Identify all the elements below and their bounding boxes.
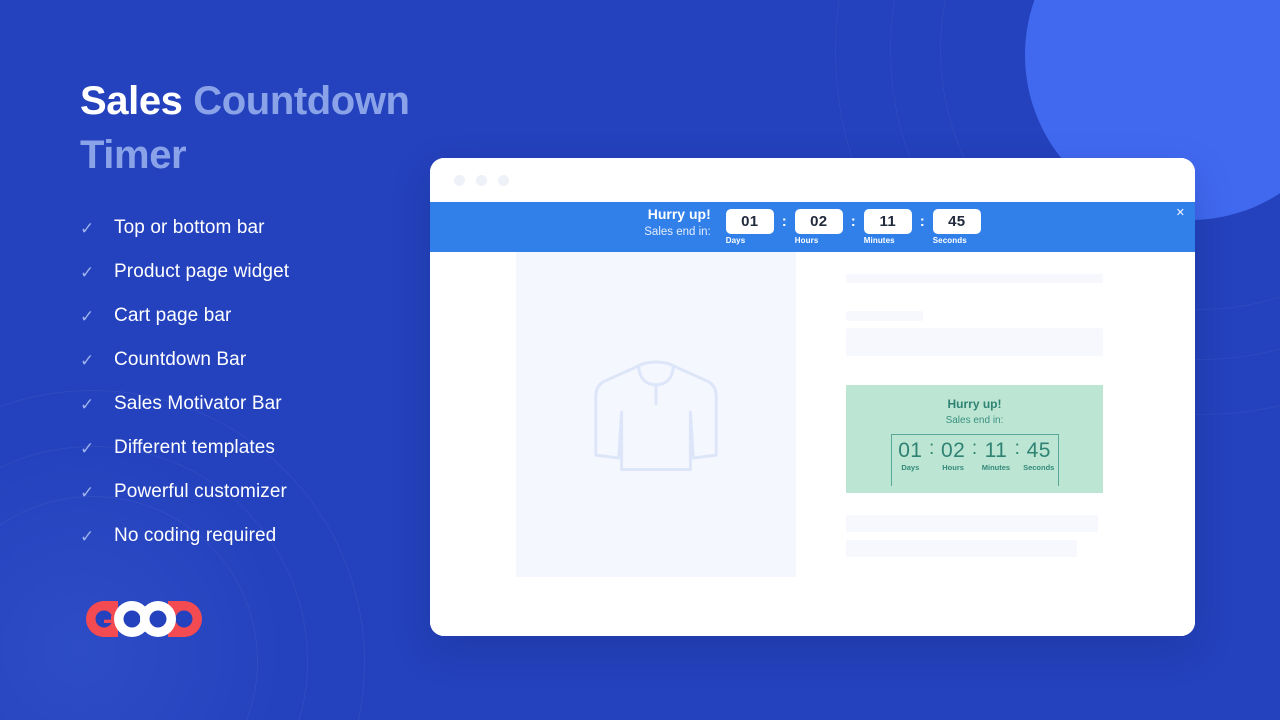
countdown-unit-value: 02 [794, 209, 843, 234]
page-title-strong: Sales [80, 79, 183, 123]
placeholder-detail-line-2 [846, 540, 1078, 557]
product-info: Hurry up! Sales end in: 01 Days : 02 Hou… [796, 252, 1195, 636]
countdown-unit-value: 11 [863, 209, 912, 234]
widget-subtext: Sales end in: [945, 414, 1004, 426]
widget-timer-frame: 01 Days : 02 Hours : 11 Minutes: 45 Sec… [890, 433, 1059, 486]
countdown-unit-hours: 02 Hours [794, 209, 843, 245]
widget-timer-digits: 01 Days : 02 Hours : 11 Minutes: 45 Sec… [892, 435, 1058, 472]
countdown-unit-label: Seconds [932, 236, 967, 245]
widget-unit-value: 01 [898, 438, 923, 462]
widget-unit-label: Hours [942, 462, 964, 472]
countdown-unit-label: Days [725, 236, 746, 245]
countdown-unit-days: 01 Days [725, 209, 774, 245]
countdown-product-widget: Hurry up! Sales end in: 01 Days : 02 Hou… [846, 385, 1103, 493]
placeholder-detail-line-1 [846, 515, 1098, 532]
feature-item-countdown-bar: ✓ Countdown Bar [80, 338, 480, 382]
placeholder-price-line [846, 311, 924, 321]
feature-label: No coding required [114, 525, 277, 546]
widget-separator: : [929, 437, 935, 459]
widget-unit-value: 02 [941, 438, 966, 462]
placeholder-title-line [846, 274, 1103, 283]
widget-unit-minutes: 11 Minutes [977, 439, 1015, 472]
countdown-bar-subtext: Sales end in: [644, 225, 711, 238]
widget-unit-seconds: 45 Seconds [1020, 439, 1058, 472]
countdown-unit-value: 01 [725, 209, 774, 234]
window-dot-minimize-icon[interactable] [476, 174, 487, 186]
feature-item-top-or-bottom-bar: ✓ Top or bottom bar [80, 206, 480, 250]
feature-item-no-coding-required: ✓ No coding required [80, 514, 480, 558]
product-page: Hurry up! Sales end in: 01 Days : 02 Hou… [430, 252, 1195, 636]
feature-item-sales-motivator-bar: ✓ Sales Motivator Bar [80, 382, 480, 426]
feature-item-product-page-widget: ✓ Product page widget [80, 250, 480, 294]
hero-column: Sales Countdown Timer ✓ Top or bottom ba… [80, 74, 480, 558]
browser-chrome [430, 158, 1195, 202]
feature-label: Countdown Bar [114, 349, 247, 370]
check-icon: ✓ [80, 482, 95, 502]
goood-logo [80, 597, 210, 641]
check-icon: ✓ [80, 350, 95, 370]
feature-label: Powerful customizer [114, 481, 287, 502]
check-icon: ✓ [80, 262, 95, 282]
feature-label: Cart page bar [114, 305, 232, 326]
feature-list: ✓ Top or bottom bar ✓ Product page widge… [80, 206, 480, 558]
feature-item-different-templates: ✓ Different templates [80, 426, 480, 470]
check-icon: ✓ [80, 526, 95, 546]
countdown-unit-label: Minutes [863, 236, 895, 245]
countdown-separator: : [781, 213, 787, 230]
feature-label: Top or bottom bar [114, 217, 265, 238]
product-image-placeholder [516, 252, 796, 577]
goood-logo-icon [86, 601, 202, 637]
countdown-unit-seconds: 45 Seconds [932, 209, 981, 245]
widget-separator: : [1014, 437, 1020, 459]
feature-label: Product page widget [114, 261, 290, 282]
countdown-top-bar: Hurry up! Sales end in: 01 Days : 02 Hou… [430, 202, 1195, 252]
widget-unit-days: 01 Days [892, 439, 930, 472]
widget-unit-label: Seconds [1023, 462, 1055, 472]
widget-unit-hours: 02 Hours [934, 439, 972, 472]
close-icon[interactable]: ✕ [1176, 208, 1185, 219]
countdown-unit-label: Hours [794, 236, 819, 245]
check-icon: ✓ [80, 306, 95, 326]
browser-mockup: Hurry up! Sales end in: 01 Days : 02 Hou… [430, 158, 1195, 636]
placeholder-description-block [846, 328, 1103, 356]
countdown-separator: : [850, 213, 856, 230]
page-title: Sales Countdown Timer [80, 74, 480, 182]
check-icon: ✓ [80, 394, 95, 414]
feature-label: Sales Motivator Bar [114, 393, 282, 414]
window-dot-maximize-icon[interactable] [498, 174, 509, 186]
window-dot-close-icon[interactable] [454, 174, 465, 186]
feature-item-cart-page-bar: ✓ Cart page bar [80, 294, 480, 338]
feature-label: Different templates [114, 437, 276, 458]
countdown-bar-headline: Hurry up! [647, 206, 711, 223]
widget-headline: Hurry up! [947, 397, 1002, 411]
countdown-unit-minutes: 11 Minutes [863, 209, 912, 245]
widget-unit-label: Minutes [981, 462, 1011, 472]
countdown-bar-text: Hurry up! Sales end in: [644, 206, 711, 248]
widget-unit-value: 45 [1026, 438, 1051, 462]
widget-unit-value: 11 [984, 438, 1008, 462]
widget-separator: : [971, 437, 978, 459]
check-icon: ✓ [80, 218, 95, 238]
countdown-unit-value: 45 [932, 209, 981, 234]
widget-unit-label: Days [901, 462, 920, 472]
countdown-separator: : [919, 213, 925, 230]
long-sleeve-shirt-icon [594, 359, 718, 471]
countdown-bar-units: 01 Days : 02 Hours : 11 Minutes : 45 Sec… [725, 209, 981, 245]
feature-item-powerful-customizer: ✓ Powerful customizer [80, 470, 480, 514]
check-icon: ✓ [80, 438, 95, 458]
